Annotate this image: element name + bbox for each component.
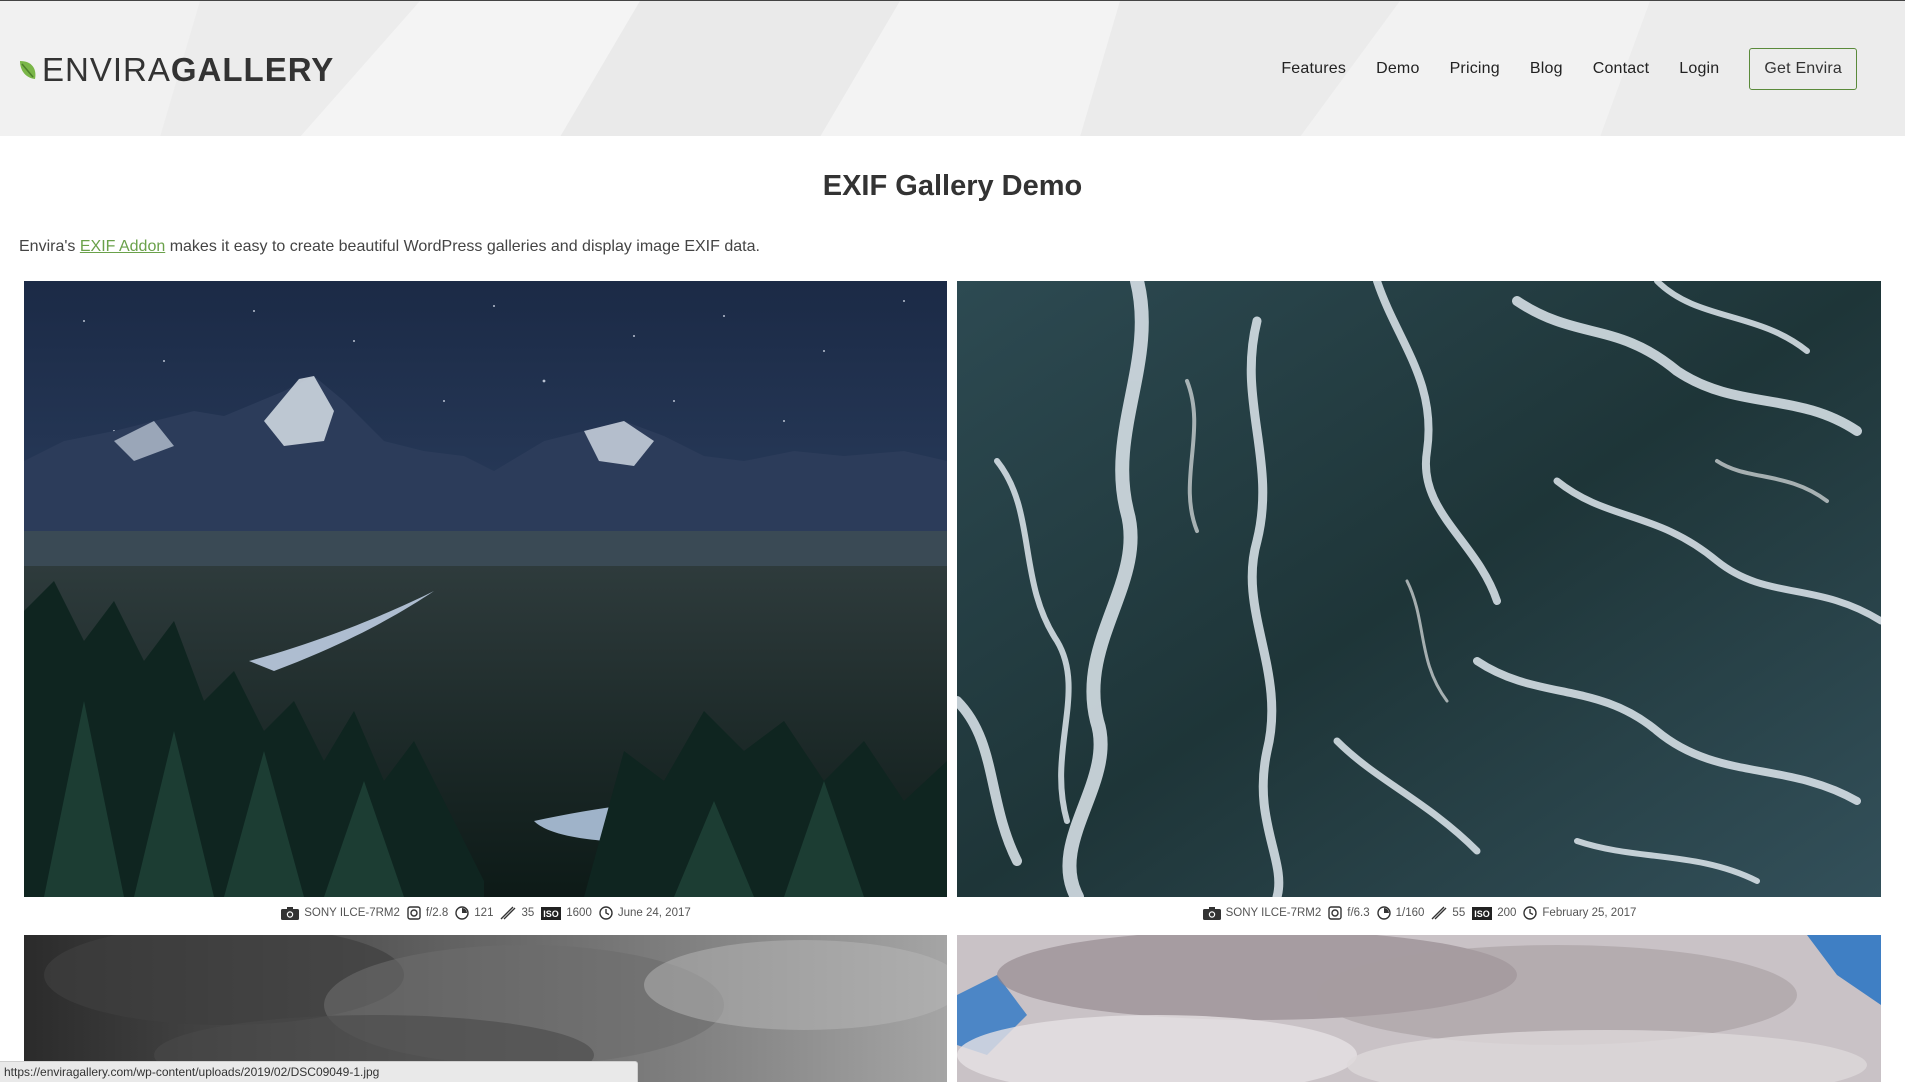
aperture-icon	[407, 906, 421, 920]
exif-addon-link[interactable]: EXIF Addon	[80, 238, 165, 255]
exif-aperture: f/2.8	[425, 907, 449, 919]
browser-status-bar: https://enviragallery.com/wp-content/upl…	[0, 1061, 638, 1082]
gallery-image-storm-clouds[interactable]	[24, 935, 947, 1082]
exif-camera: SONY ILCE-7RM2	[1225, 907, 1322, 919]
main-navigation: Features Demo Pricing Blog Contact Login…	[1251, 1, 1905, 136]
shutter-icon	[1376, 906, 1391, 920]
camera-icon	[281, 906, 300, 920]
nav-item-contact[interactable]: Contact	[1593, 60, 1650, 78]
intro-suffix: makes it easy to create beautiful WordPr…	[165, 238, 760, 255]
iso-badge: ISO	[1472, 906, 1493, 920]
focal-length-icon	[1431, 906, 1447, 920]
clock-icon	[599, 906, 613, 920]
nav-item-demo[interactable]: Demo	[1376, 60, 1419, 78]
intro-text: Envira's EXIF Addon makes it easy to cre…	[19, 238, 760, 256]
nav-item-login[interactable]: Login	[1679, 60, 1719, 78]
exif-iso: 1600	[566, 907, 592, 919]
camera-icon	[1202, 906, 1221, 920]
exif-iso: 200	[1497, 907, 1517, 919]
gallery-image-mountain-river[interactable]	[24, 281, 947, 897]
exif-date: February 25, 2017	[1542, 907, 1637, 919]
svg-text:ISO: ISO	[544, 909, 560, 919]
exif-date: June 24, 2017	[617, 907, 691, 919]
page-title: EXIF Gallery Demo	[822, 170, 1083, 202]
logo-text-gallery: GALLERY	[170, 51, 335, 88]
get-envira-button[interactable]: Get Envira	[1749, 48, 1857, 90]
exif-shutter: 1/160	[1395, 907, 1425, 919]
nav-item-blog[interactable]: Blog	[1530, 60, 1563, 78]
nav-item-pricing[interactable]: Pricing	[1450, 60, 1500, 78]
aperture-icon	[1328, 906, 1342, 920]
svg-text:ISO: ISO	[1474, 909, 1490, 919]
ocean-waves-photo	[957, 281, 1881, 897]
logo-text-envira: ENVIRA	[42, 51, 171, 88]
exif-focal: 55	[1452, 907, 1466, 919]
envira-gallery-logo[interactable]: ENVIRA GALLERY	[18, 51, 334, 89]
gallery-image-cloudy-sky[interactable]	[957, 935, 1881, 1082]
cloudy-sky-photo	[957, 935, 1881, 1082]
mountain-river-photo	[24, 281, 947, 897]
exif-shutter: 121	[474, 907, 494, 919]
leaf-icon	[20, 61, 36, 79]
iso-badge: ISO	[541, 906, 562, 920]
gallery-image-ocean-waves[interactable]	[957, 281, 1881, 897]
site-header: ENVIRA GALLERY Features Demo Pricing Blog…	[0, 0, 1905, 136]
exif-camera: SONY ILCE-7RM2	[304, 907, 400, 919]
exif-info-bar: SONY ILCE-7RM2 f/6.3 1/160 55 ISO 200 Fe…	[957, 903, 1881, 923]
exif-info-bar: SONY ILCE-7RM2 f/2.8 121 35 ISO 1600 Jun…	[24, 903, 947, 923]
focal-length-icon	[500, 906, 516, 920]
intro-prefix: Envira's	[19, 238, 80, 255]
shutter-icon	[455, 906, 469, 920]
nav-item-features[interactable]: Features	[1281, 60, 1346, 78]
exif-focal: 35	[521, 907, 535, 919]
storm-clouds-photo	[24, 935, 947, 1082]
exif-aperture: f/6.3	[1347, 907, 1370, 919]
clock-icon	[1523, 906, 1538, 920]
